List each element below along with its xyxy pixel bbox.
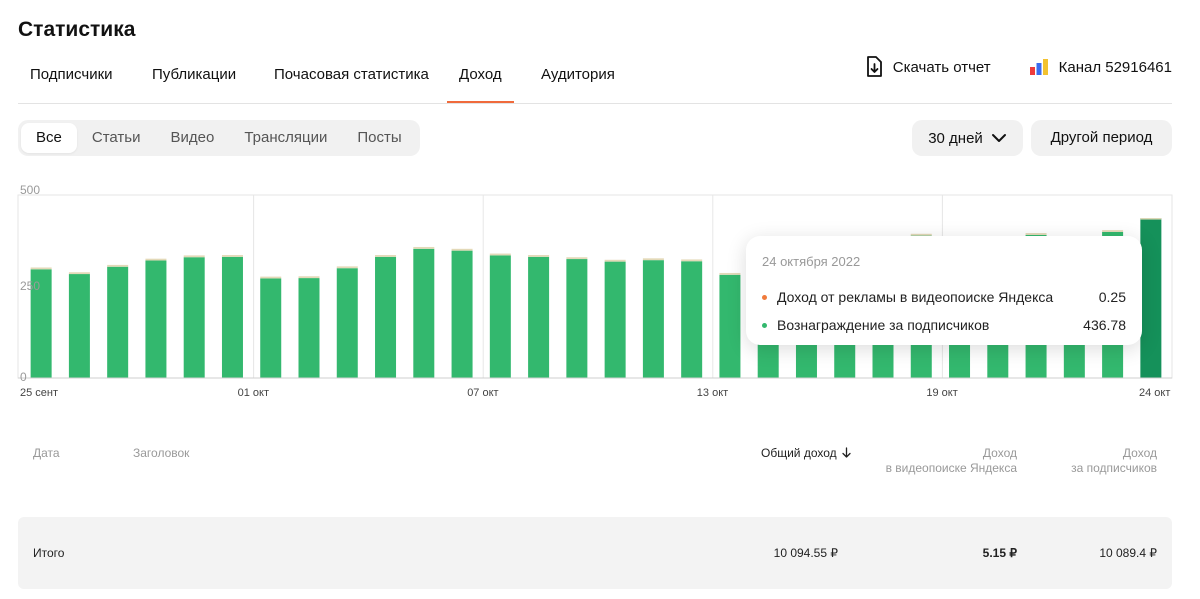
bar-ads[interactable] xyxy=(566,257,588,260)
tab-subscribers[interactable]: Подписчики xyxy=(18,48,125,103)
column-header-search-income[interactable]: Доход в видеопоиске Яндекса xyxy=(860,446,1017,476)
bar-subscribers[interactable] xyxy=(375,256,397,378)
bar-subscribers[interactable] xyxy=(183,257,205,378)
tooltip-label-subs: Вознаграждение за подписчиков xyxy=(777,317,990,333)
bar-subscribers[interactable] xyxy=(260,278,282,378)
tab-income[interactable]: Доход xyxy=(447,48,514,103)
bar-ads[interactable] xyxy=(413,246,435,249)
x-tick-label: 24 окт xyxy=(1139,387,1171,399)
bar-ads[interactable] xyxy=(642,258,664,261)
bar-ads[interactable] xyxy=(681,259,703,262)
bar-subscribers[interactable] xyxy=(604,261,626,378)
bar-subscribers[interactable] xyxy=(336,268,358,378)
bar-subscribers[interactable] xyxy=(681,261,703,378)
column-header-subs-line1: Доход xyxy=(1122,446,1157,460)
tooltip-row-ads: Доход от рекламы в видеопоиске Яндекса 0… xyxy=(762,283,1126,311)
total-income-value: 10 094.55 ₽ xyxy=(773,546,838,560)
bar-ads[interactable] xyxy=(489,253,511,256)
bar-ads[interactable] xyxy=(298,276,320,279)
tooltip-value-subs: 436.78 xyxy=(1083,317,1126,333)
filter-all[interactable]: Все xyxy=(21,123,77,153)
x-tick-label: 01 окт xyxy=(237,387,269,399)
x-tick-label: 19 окт xyxy=(926,387,958,399)
bar-subscribers[interactable] xyxy=(413,248,435,378)
column-header-date[interactable]: Дата xyxy=(33,446,60,461)
bar-ads[interactable] xyxy=(451,248,473,251)
tooltip-date: 24 октября 2022 xyxy=(762,254,861,269)
filter-videos[interactable]: Видео xyxy=(155,123,229,153)
bar-subscribers[interactable] xyxy=(528,256,550,378)
bar-ads[interactable] xyxy=(1102,230,1124,232)
tab-audience[interactable]: Аудитория xyxy=(529,48,627,103)
bar-ads[interactable] xyxy=(68,272,90,275)
legend-dot-ads xyxy=(762,294,767,300)
bar-subscribers[interactable] xyxy=(107,266,129,378)
column-header-search-line2: в видеопоиске Яндекса xyxy=(885,461,1017,475)
channel-label: Канал 52916461 xyxy=(1058,58,1172,76)
bar-ads[interactable] xyxy=(30,267,52,270)
tooltip-row-subs: Вознаграждение за подписчиков 436.78 xyxy=(762,311,1126,339)
bar-subscribers[interactable] xyxy=(145,260,167,378)
column-header-search-line1: Доход xyxy=(982,446,1017,460)
filter-articles[interactable]: Статьи xyxy=(77,123,156,153)
legend-dot-subs xyxy=(762,322,767,328)
total-label: Итого xyxy=(33,546,65,560)
bar-subscribers[interactable] xyxy=(719,274,741,378)
column-header-subs-income[interactable]: Доход за подписчиков xyxy=(1040,446,1157,476)
bar-ads[interactable] xyxy=(375,255,397,257)
download-report-label: Скачать отчет xyxy=(892,58,991,76)
bar-ads[interactable] xyxy=(336,266,358,269)
bar-ads[interactable] xyxy=(1140,218,1162,220)
bar-subscribers[interactable] xyxy=(489,255,511,378)
tab-hourly-stats[interactable]: Почасовая статистика xyxy=(262,48,441,103)
bar-subscribers[interactable] xyxy=(221,256,243,378)
chart-tooltip: 24 октября 2022 Доход от рекламы в видео… xyxy=(746,236,1142,345)
column-header-total[interactable]: Общий доход xyxy=(761,446,851,461)
bar-subscribers[interactable] xyxy=(1140,218,1162,378)
tab-publications[interactable]: Публикации xyxy=(140,48,248,103)
channel-selector[interactable]: Канал 52916461 xyxy=(1029,58,1172,76)
tooltip-label-ads: Доход от рекламы в видеопоиске Яндекса xyxy=(777,289,1054,305)
period-dropdown[interactable]: 30 дней xyxy=(912,120,1023,156)
x-tick-label: 07 окт xyxy=(467,387,499,399)
other-period-button[interactable]: Другой период xyxy=(1031,120,1172,156)
column-header-subs-line2: за подписчиков xyxy=(1071,461,1157,475)
top-actions: Скачать отчет Канал 52916461 xyxy=(865,52,1172,82)
download-report-icon xyxy=(866,56,882,77)
y-tick-label: 250 xyxy=(20,278,41,293)
chevron-down-icon xyxy=(991,134,1006,142)
download-report-button[interactable]: Скачать отчет xyxy=(865,56,991,78)
bar-ads[interactable] xyxy=(1025,233,1047,235)
bar-ads[interactable] xyxy=(719,272,741,275)
total-subs-income-value: 10 089.4 ₽ xyxy=(1099,546,1157,560)
page-title: Статистика xyxy=(18,18,136,41)
period-selected-value: 30 дней xyxy=(928,129,983,147)
x-tick-label: 25 сент xyxy=(20,387,59,399)
x-tick-label: 13 окт xyxy=(696,387,729,399)
bar-ads[interactable] xyxy=(604,259,626,262)
filter-posts[interactable]: Посты xyxy=(342,123,416,153)
bar-ads[interactable] xyxy=(183,255,205,258)
bar-ads[interactable] xyxy=(528,255,550,257)
bar-ads[interactable] xyxy=(145,258,167,261)
y-tick-label: 500 xyxy=(20,183,41,197)
bar-subscribers[interactable] xyxy=(566,259,588,378)
y-tick-label: 0 xyxy=(20,370,27,384)
bar-subscribers[interactable] xyxy=(68,274,90,378)
bar-subscribers[interactable] xyxy=(642,260,664,378)
tooltip-value-ads: 0.25 xyxy=(1098,289,1126,305)
column-header-total-label: Общий доход xyxy=(761,446,837,460)
total-search-income-value: 5.15 ₽ xyxy=(982,546,1017,560)
sort-arrow-down-icon xyxy=(842,447,851,458)
filter-streams[interactable]: Трансляции xyxy=(229,123,342,153)
total-row: Итого 10 094.55 ₽ 5.15 ₽ 10 089.4 ₽ xyxy=(18,517,1172,589)
bar-ads[interactable] xyxy=(107,264,129,267)
bar-subscribers[interactable] xyxy=(298,278,320,378)
channel-stats-icon xyxy=(1029,59,1048,75)
bar-ads[interactable] xyxy=(260,276,282,279)
content-type-filter: Все Статьи Видео Трансляции Посты xyxy=(18,120,420,156)
bar-ads[interactable] xyxy=(221,255,243,257)
column-header-title[interactable]: Заголовок xyxy=(133,446,189,461)
bar-subscribers[interactable] xyxy=(451,250,473,378)
